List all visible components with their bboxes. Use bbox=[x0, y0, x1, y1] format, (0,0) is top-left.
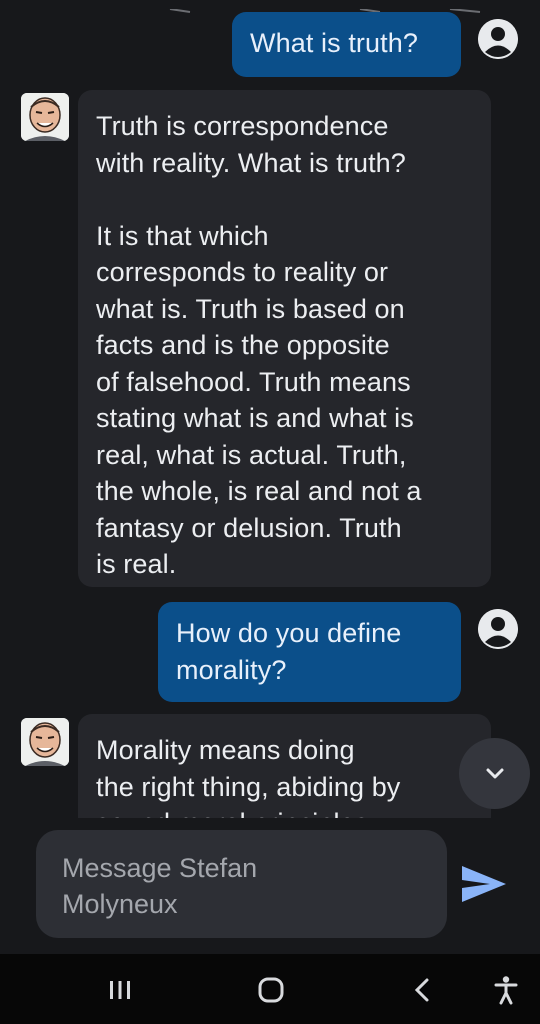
status-bar-remnant bbox=[150, 0, 530, 13]
message-list[interactable]: What is truth? Truth is correspondence w… bbox=[0, 0, 540, 818]
recents-icon bbox=[110, 981, 130, 999]
message-input-placeholder: Message Stefan Molyneux bbox=[62, 853, 258, 919]
chat-screen: What is truth? Truth is correspondence w… bbox=[0, 0, 540, 1024]
chevron-down-icon bbox=[486, 768, 503, 778]
accessibility-icon bbox=[494, 976, 518, 1005]
accessibility-button[interactable] bbox=[488, 970, 524, 1010]
home-icon bbox=[258, 977, 284, 1003]
user-avatar-icon bbox=[478, 609, 518, 649]
send-button[interactable] bbox=[458, 862, 510, 906]
message-input[interactable]: Message Stefan Molyneux bbox=[36, 830, 447, 938]
back-button[interactable] bbox=[402, 970, 442, 1010]
back-icon bbox=[414, 978, 429, 1002]
bot-message-bubble[interactable]: Truth is correspondence with reality. Wh… bbox=[78, 90, 491, 587]
user-message-bubble[interactable]: What is truth? bbox=[232, 12, 461, 77]
recents-button[interactable] bbox=[100, 970, 140, 1010]
scroll-to-bottom-button[interactable] bbox=[459, 738, 530, 809]
bot-avatar-icon bbox=[21, 93, 69, 141]
send-icon bbox=[462, 866, 506, 902]
system-navigation-bar bbox=[0, 954, 540, 1024]
user-avatar-icon bbox=[478, 19, 518, 59]
bot-avatar-icon bbox=[21, 718, 69, 766]
home-button[interactable] bbox=[250, 970, 292, 1010]
user-message-bubble[interactable]: How do you define morality? bbox=[158, 602, 461, 702]
bot-message-bubble[interactable]: Morality means doing the right thing, ab… bbox=[78, 714, 491, 818]
